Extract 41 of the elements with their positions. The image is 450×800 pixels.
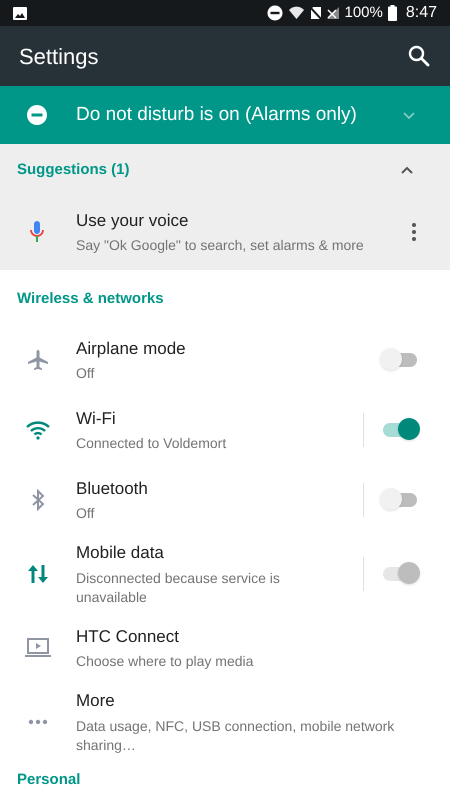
setting-row[interactable]: Wi-Fi Connected to Voldemort	[0, 394, 450, 464]
setting-row[interactable]: HTC Connect Choose where to play media	[0, 612, 450, 682]
battery-percent: 100%	[344, 2, 383, 23]
row-title: Mobile data	[76, 542, 165, 564]
row-title: HTC Connect	[76, 626, 180, 648]
wifi-icon	[288, 5, 306, 21]
section-header: Suggestions (1)	[17, 160, 131, 180]
search-icon[interactable]	[408, 45, 430, 67]
section-header: Personal	[16, 770, 82, 790]
do-not-disturb-icon	[267, 5, 284, 21]
toolbar-title: Settings	[19, 42, 100, 71]
battery-icon	[388, 5, 397, 21]
row-title: Wi-Fi	[76, 408, 117, 430]
chevron-icon[interactable]	[400, 164, 414, 176]
row-subtitle: Choose where to play media	[76, 652, 254, 672]
signal-icon	[327, 7, 340, 19]
row-title: Bluetooth	[76, 478, 149, 500]
more-options-icon[interactable]	[412, 223, 416, 241]
setting-row[interactable]: More Data usage, NFC, USB connection, mobile network sharing…	[0, 682, 450, 760]
row-subtitle: Off	[76, 364, 96, 384]
suggestion-row[interactable]: Use your voice Say "Ok Google" to search, set alarms & more	[0, 196, 450, 270]
banner-text: Do not disturb is on (Alarms only)	[76, 102, 358, 127]
setting-row[interactable]: Bluetooth Off	[0, 464, 450, 534]
row-subtitle: Say "Ok Google" to search, set alarms & more	[76, 236, 365, 256]
row-subtitle: Off	[76, 504, 96, 524]
row-subtitle: Disconnected because service is unavailable	[76, 568, 281, 607]
laptop-play-icon	[25, 638, 51, 658]
microphone-icon	[30, 221, 44, 243]
row-title: More	[76, 690, 116, 712]
row-title: Airplane mode	[76, 338, 187, 360]
setting-row[interactable]: Airplane mode Off	[0, 324, 450, 394]
no-sim-icon	[310, 6, 322, 20]
image-icon	[13, 6, 27, 20]
clock: 8:47	[406, 3, 437, 23]
row-title: Use your voice	[76, 210, 190, 232]
section-header: Wireless & networks	[16, 289, 165, 309]
do-not-disturb-banner[interactable]: Do not disturb is on (Alarms only)	[0, 86, 450, 144]
row-subtitle: Connected to Voldemort	[76, 434, 228, 454]
row-subtitle: Data usage, NFC, USB connection, mobile network sharing…	[76, 716, 396, 755]
more-dots-icon	[28, 718, 48, 724]
do-not-disturb-icon	[27, 105, 47, 125]
